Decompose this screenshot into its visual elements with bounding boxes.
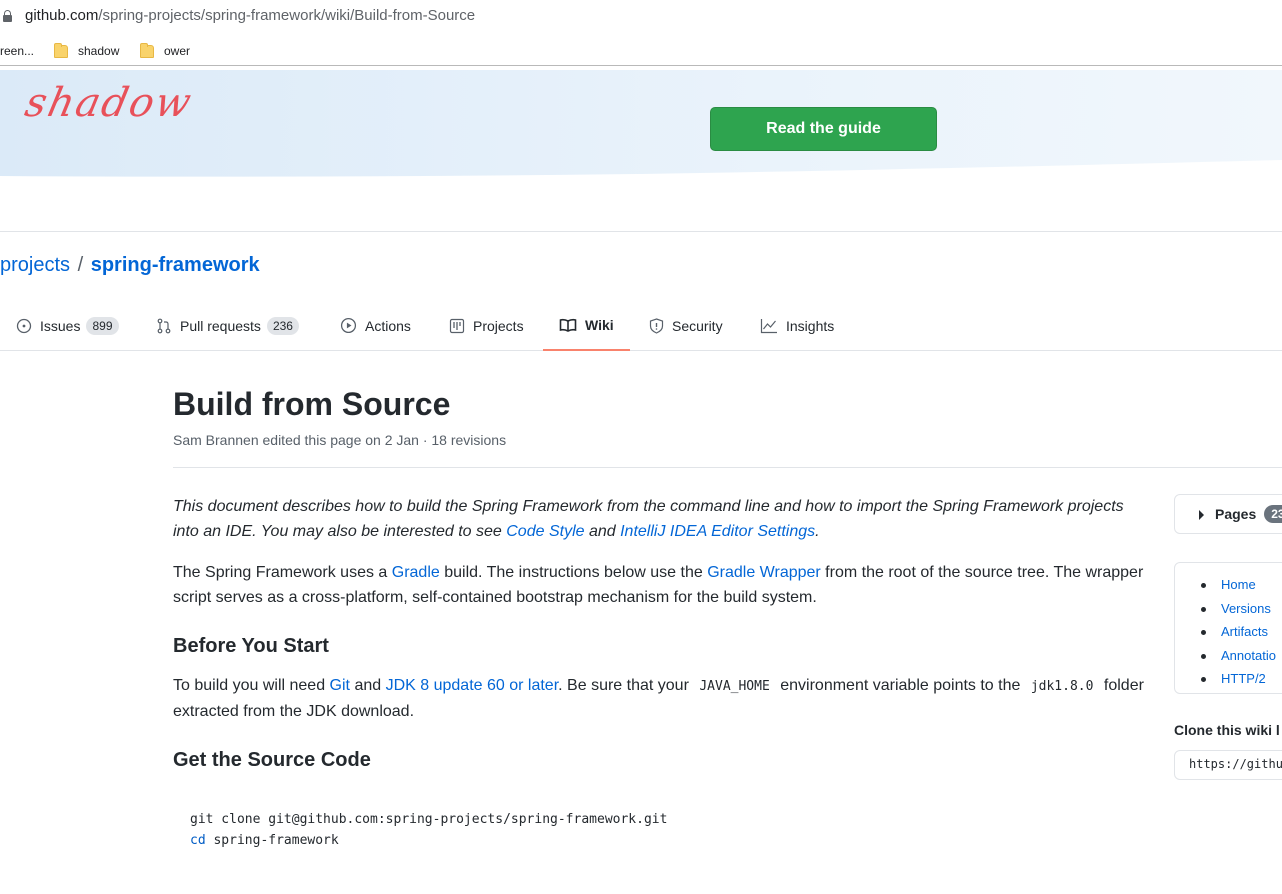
- bookmark-label: ower: [164, 44, 191, 58]
- lock-icon: [3, 10, 12, 22]
- heading-get-source-code: Get the Source Code: [173, 749, 371, 771]
- bookmark-item[interactable]: reen...: [0, 42, 34, 60]
- tab-actions[interactable]: Actions: [340, 300, 411, 351]
- heading-before-you-start: Before You Start: [173, 635, 329, 657]
- tab-label: Issues: [40, 317, 81, 334]
- page-link-annotations[interactable]: Annotatio: [1199, 644, 1282, 668]
- pages-list: Home Versions Artifacts Annotatio HTTP/2: [1174, 562, 1282, 694]
- bookmarks-bar: reen... shadow ower: [0, 36, 1282, 66]
- intellij-settings-link[interactable]: IntelliJ IDEA Editor Settings: [620, 523, 815, 540]
- play-icon: [340, 317, 357, 334]
- tab-issues[interactable]: Issues 899: [16, 300, 119, 351]
- pull-request-icon: [157, 318, 171, 333]
- bookmark-ower[interactable]: ower: [140, 42, 190, 60]
- shadow-logo: shadow: [21, 80, 197, 126]
- paragraph-text: To build you will need: [173, 677, 330, 694]
- repo-breadcrumb: projects / spring-framework: [0, 254, 260, 277]
- graph-icon: [760, 318, 777, 333]
- tab-label: Insights: [786, 317, 835, 334]
- tab-label: Wiki: [585, 316, 614, 333]
- clone-url-input[interactable]: https://githul: [1174, 750, 1282, 780]
- tab-label: Security: [672, 317, 723, 334]
- divider: [173, 467, 1282, 468]
- tab-security[interactable]: Security: [649, 300, 723, 351]
- issue-icon: [16, 318, 32, 333]
- pages-count-badge: 23: [1264, 505, 1282, 523]
- pages-label: Pages: [1215, 506, 1257, 522]
- project-icon: [449, 318, 465, 333]
- repo-owner-link[interactable]: projects: [0, 254, 70, 276]
- paragraph-text: environment variable points to the: [775, 677, 1025, 694]
- jdk-link[interactable]: JDK 8 update 60 or later: [386, 677, 559, 694]
- gradle-paragraph: The Spring Framework uses a Gradle build…: [173, 560, 1148, 610]
- bookmark-shadow[interactable]: shadow: [54, 42, 119, 60]
- paragraph-text: . Be sure that your: [558, 677, 694, 694]
- tab-pull-requests[interactable]: Pull requests 236: [156, 300, 299, 351]
- caret-right-icon: [1199, 510, 1204, 520]
- issues-counter: 899: [86, 316, 119, 335]
- pages-toggle[interactable]: Pages 23: [1174, 494, 1282, 534]
- code-line: git clone git@github.com:spring-projects…: [190, 812, 668, 827]
- book-icon: [559, 318, 577, 332]
- browser-address-bar[interactable]: github.com/spring-projects/spring-framew…: [0, 0, 1282, 34]
- git-link[interactable]: Git: [330, 677, 350, 694]
- read-the-guide-button[interactable]: Read the guide: [710, 107, 937, 151]
- page-link-http2[interactable]: HTTP/2: [1199, 667, 1282, 691]
- page-link-versions[interactable]: Versions: [1199, 597, 1282, 621]
- tab-wiki[interactable]: Wiki: [543, 300, 630, 351]
- bookmark-label: reen...: [0, 44, 35, 58]
- divider: [0, 231, 1282, 232]
- page-link-artifacts[interactable]: Artifacts: [1199, 620, 1282, 644]
- code-keyword: cd: [190, 833, 206, 848]
- folder-icon: [54, 42, 68, 58]
- clone-wiki-title: Clone this wiki l: [1174, 722, 1280, 738]
- shield-icon: [649, 317, 664, 334]
- tab-label: Actions: [365, 317, 411, 334]
- code-block: git clone git@github.com:spring-projects…: [173, 797, 1148, 863]
- paragraph-text: The Spring Framework uses a: [173, 564, 392, 581]
- wiki-content: This document describes how to build the…: [173, 494, 1148, 863]
- tab-projects[interactable]: Projects: [449, 300, 524, 351]
- breadcrumb-separator: /: [77, 254, 84, 276]
- tab-label: Projects: [473, 317, 524, 334]
- code-style-link[interactable]: Code Style: [506, 523, 584, 540]
- intro-text: and: [584, 523, 621, 540]
- repo-nav-tabs: Issues 899 Pull requests 236 Actions Pro…: [0, 300, 1282, 351]
- paragraph-text: build. The instructions below use the: [439, 564, 708, 581]
- page-link-home[interactable]: Home: [1199, 573, 1282, 597]
- repo-name-link[interactable]: spring-framework: [91, 254, 260, 276]
- intro-paragraph: This document describes how to build the…: [173, 494, 1148, 544]
- tab-label: Pull requests: [180, 317, 261, 334]
- folder-icon: [140, 42, 154, 58]
- gradle-wrapper-link[interactable]: Gradle Wrapper: [707, 564, 821, 581]
- bookmark-label: shadow: [78, 44, 120, 58]
- url-text[interactable]: github.com/spring-projects/spring-framew…: [25, 7, 475, 24]
- page-meta: Sam Brannen edited this page on 2 Jan · …: [173, 432, 507, 448]
- tab-insights[interactable]: Insights: [760, 300, 834, 351]
- page-title: Build from Source: [173, 386, 451, 422]
- paragraph-text: and: [350, 677, 386, 694]
- requirements-paragraph: To build you will need Git and JDK 8 upd…: [173, 673, 1148, 724]
- intro-text: .: [815, 523, 820, 540]
- pull-requests-counter: 236: [266, 316, 299, 335]
- code-line: spring-framework: [205, 833, 339, 848]
- jdk-folder-code: jdk1.8.0: [1030, 679, 1094, 694]
- gradle-link[interactable]: Gradle: [392, 564, 440, 581]
- java-home-code: JAVA_HOME: [699, 679, 770, 694]
